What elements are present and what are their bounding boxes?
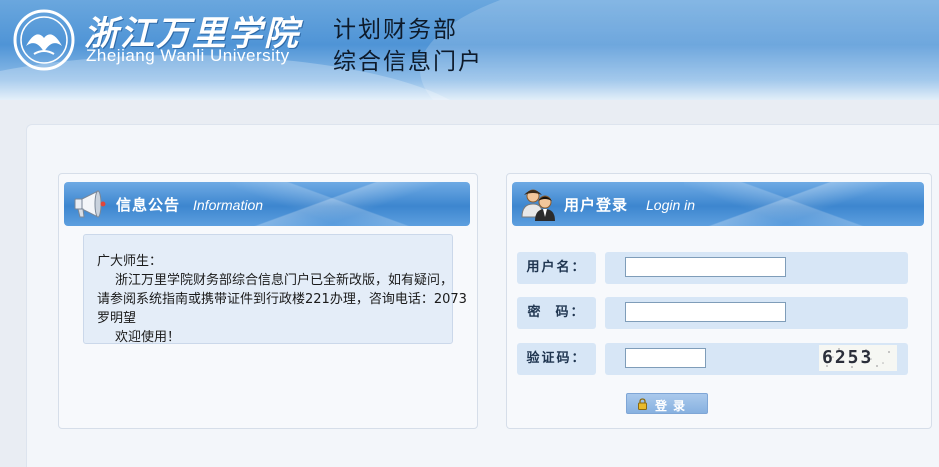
notice-line: 请参阅系统指南或携带证件到行政楼221办理，咨询电话：2073: [97, 292, 467, 307]
login-title: 用户登录: [564, 196, 629, 214]
username-input[interactable]: [625, 257, 786, 277]
megaphone-icon: [74, 190, 106, 218]
lock-icon: [638, 398, 647, 410]
notice-subtitle: Information: [193, 197, 264, 213]
captcha-cell: 6253: [605, 343, 908, 375]
notice-line: 广大师生：: [97, 254, 163, 269]
login-panel-header: 用户登录 Login in: [512, 182, 924, 226]
portal-title-line2: 综合信息门户: [333, 49, 483, 75]
username-cell: [605, 252, 908, 284]
header-decoration: [420, 0, 939, 100]
password-cell: [605, 297, 908, 329]
username-label: 用户名：: [517, 252, 596, 284]
portal-title-line1: 计划财务部: [333, 17, 458, 43]
notice-line: 浙江万里学院财务部综合信息门户已全新改版，如有疑问，: [115, 273, 454, 288]
notice-text: 广大师生： 浙江万里学院财务部综合信息门户已全新改版，如有疑问， 请参阅系统指南…: [97, 252, 497, 347]
password-label: 密 码：: [517, 297, 596, 329]
login-button-label: 登录: [655, 399, 692, 413]
notice-line: 罗明望: [97, 311, 137, 326]
captcha-label: 验证码：: [517, 343, 596, 375]
captcha-input[interactable]: [625, 348, 706, 368]
portal-header: 浙江万里学院 Zhejiang Wanli University 计划财务部 综…: [0, 0, 939, 100]
users-icon: [521, 189, 555, 221]
login-subtitle: Login in: [646, 197, 696, 213]
login-button[interactable]: 登录: [626, 393, 708, 414]
captcha-image[interactable]: 6253: [819, 345, 897, 371]
notice-panel-header: 信息公告 Information: [64, 182, 470, 226]
university-emblem-icon: [13, 9, 75, 71]
notice-line: 欢迎使用！: [115, 330, 181, 345]
password-input[interactable]: [625, 302, 786, 322]
school-name-en: Zhejiang Wanli University: [86, 46, 290, 65]
captcha-text: 6253: [822, 347, 873, 368]
notice-title: 信息公告: [116, 196, 181, 214]
